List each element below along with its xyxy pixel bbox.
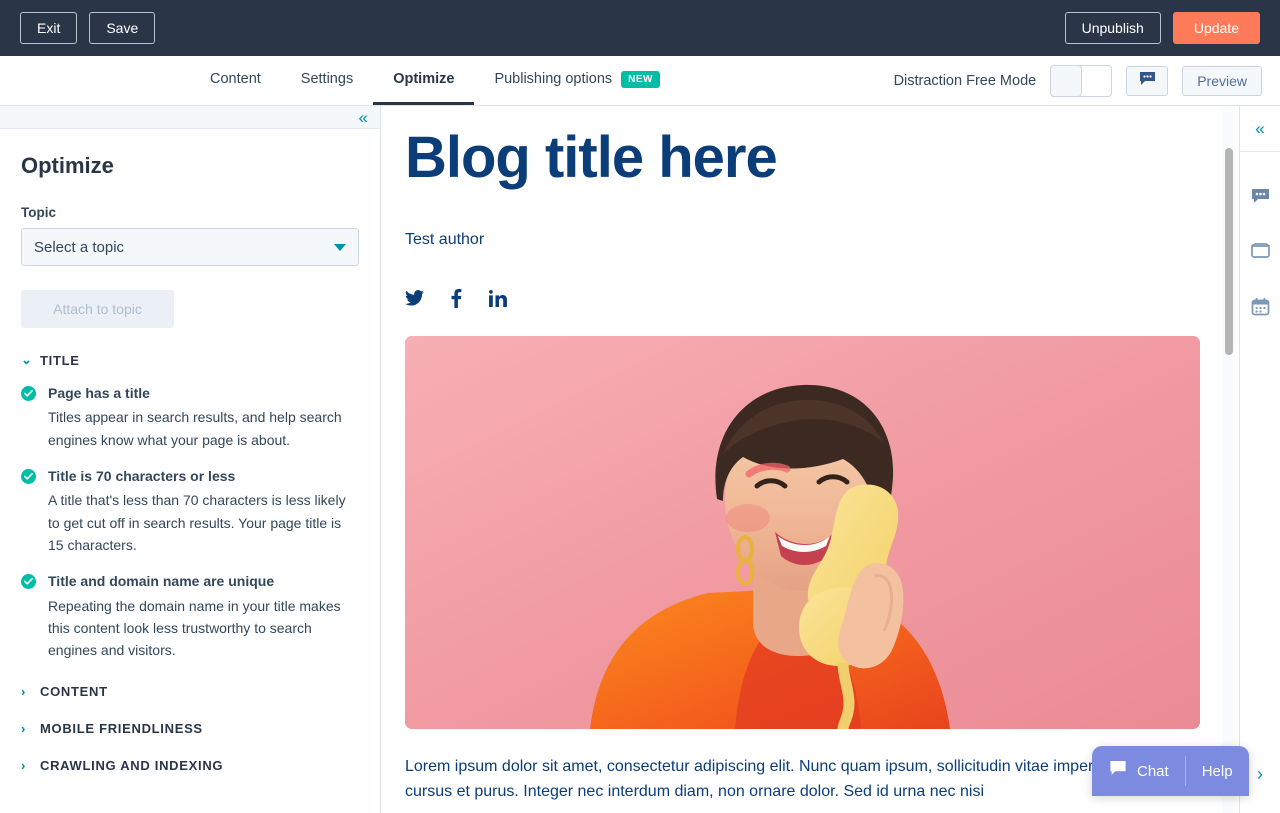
comment-icon[interactable]	[1249, 185, 1271, 207]
distraction-free-mode-label: Distraction Free Mode	[893, 72, 1037, 89]
top-bar: Exit Save Unpublish Update	[0, 0, 1280, 56]
check-circle-icon	[21, 386, 36, 401]
editor-scrollbar-track[interactable]	[1222, 106, 1236, 813]
comment-icon	[1139, 71, 1156, 91]
distraction-free-mode-toggle[interactable]	[1050, 64, 1113, 97]
check-item-title: Title is 70 characters or less	[48, 467, 236, 484]
right-rail-collapse-button[interactable]: «	[1240, 106, 1280, 152]
right-rail: « ›	[1239, 106, 1280, 813]
help-button[interactable]: Help	[1186, 746, 1249, 796]
chevron-down-icon: ⌄	[21, 352, 32, 367]
section-header-content[interactable]: › CONTENT	[21, 684, 359, 699]
top-bar-right-actions: Unpublish Update	[1064, 12, 1260, 44]
save-button[interactable]: Save	[89, 12, 156, 44]
topic-select-value: Select a topic	[34, 238, 125, 256]
check-item: Title and domain name are unique Repeati…	[21, 572, 359, 661]
blog-editor-canvas[interactable]: Blog title here Test author Lorem ipsum …	[381, 106, 1239, 813]
double-chevron-left-icon[interactable]: «	[359, 109, 368, 126]
check-item: Page has a title Titles appear in search…	[21, 384, 359, 451]
chevron-right-icon: ›	[21, 757, 26, 773]
top-bar-left-actions: Exit Save	[20, 12, 156, 44]
section-content-label: CONTENT	[40, 683, 108, 699]
calendar-icon[interactable]	[1249, 295, 1271, 317]
sidebar-content: Optimize Topic Select a topic Attach to …	[0, 129, 380, 773]
double-chevron-left-icon: «	[1255, 119, 1265, 138]
check-item: Title is 70 characters or less A title t…	[21, 467, 359, 556]
check-circle-icon	[21, 468, 36, 484]
check-item-description: A title that's less than 70 characters i…	[48, 492, 346, 553]
caret-down-icon	[334, 243, 346, 251]
section-header-title[interactable]: ⌄ TITLE	[21, 352, 359, 368]
blog-post-body: Blog title here Test author Lorem ipsum …	[381, 106, 1239, 804]
hero-image	[405, 335, 1200, 729]
attach-to-topic-button[interactable]: Attach to topic	[21, 290, 174, 328]
topic-select[interactable]: Select a topic	[21, 228, 359, 266]
section-header-crawling-and-indexing[interactable]: › CRAWLING AND INDEXING	[21, 758, 359, 773]
help-button-label: Help	[1201, 762, 1233, 780]
chat-bubble-icon	[1108, 760, 1128, 782]
unpublish-button[interactable]: Unpublish	[1064, 12, 1161, 44]
chat-button-label: Chat	[1137, 762, 1169, 780]
tab-optimize-label: Optimize	[393, 71, 455, 87]
tab-settings-label: Settings	[300, 71, 354, 87]
card-icon[interactable]	[1249, 240, 1271, 262]
new-badge: NEW	[621, 70, 660, 88]
comment-button[interactable]	[1126, 65, 1169, 96]
blog-author: Test author	[405, 230, 485, 248]
toggle-knob	[1050, 64, 1083, 97]
section-title-label: TITLE	[40, 352, 80, 368]
tab-content-label: Content	[210, 71, 261, 87]
chat-button[interactable]: Chat	[1092, 746, 1185, 796]
section-header-mobile-friendliness[interactable]: › MOBILE FRIENDLINESS	[21, 721, 359, 736]
topic-field-label: Topic	[21, 205, 56, 220]
tab-publishing-options[interactable]: Publishing options NEW	[474, 56, 680, 105]
tab-content[interactable]: Content	[190, 56, 281, 105]
social-share-row	[405, 288, 1199, 308]
nav-tab-list: Content Settings Optimize Publishing opt…	[190, 56, 680, 105]
chevron-right-icon[interactable]: ›	[1257, 764, 1263, 785]
update-button[interactable]: Update	[1172, 12, 1260, 44]
tab-optimize[interactable]: Optimize	[373, 56, 475, 105]
sidebar-collapse-bar: «	[0, 106, 380, 129]
editor-nav-bar: Content Settings Optimize Publishing opt…	[0, 56, 1280, 106]
check-item-title: Title and domain name are unique	[48, 573, 275, 590]
blog-paragraph[interactable]: Lorem ipsum dolor sit amet, consectetur …	[405, 755, 1195, 805]
tab-settings[interactable]: Settings	[281, 56, 373, 105]
preview-button[interactable]: Preview	[1182, 65, 1262, 96]
tab-publishing-options-label: Publishing options	[494, 71, 613, 87]
check-item-description: Titles appear in search results, and hel…	[48, 409, 342, 448]
chevron-right-icon: ›	[21, 720, 26, 736]
editor-scrollbar-thumb[interactable]	[1225, 148, 1233, 355]
nav-right-controls: Distraction Free Mode Preview	[894, 56, 1262, 105]
check-item-description: Repeating the domain name in your title …	[48, 597, 341, 659]
optimize-sidebar: « Optimize Topic Select a topic Attach t…	[0, 106, 381, 813]
exit-button[interactable]: Exit	[20, 12, 78, 44]
check-circle-icon	[21, 574, 36, 590]
chevron-right-icon: ›	[21, 683, 26, 699]
chat-widget: Chat Help	[1092, 746, 1249, 796]
linkedin-icon[interactable]	[489, 289, 507, 308]
facebook-icon[interactable]	[451, 288, 462, 308]
sidebar-title: Optimize	[21, 153, 114, 178]
twitter-icon[interactable]	[405, 289, 424, 308]
check-item-title: Page has a title	[48, 385, 150, 401]
blog-title[interactable]: Blog title here	[405, 127, 1199, 189]
section-mobile-friendliness-label: MOBILE FRIENDLINESS	[40, 720, 203, 736]
section-crawling-indexing-label: CRAWLING AND INDEXING	[40, 757, 224, 773]
